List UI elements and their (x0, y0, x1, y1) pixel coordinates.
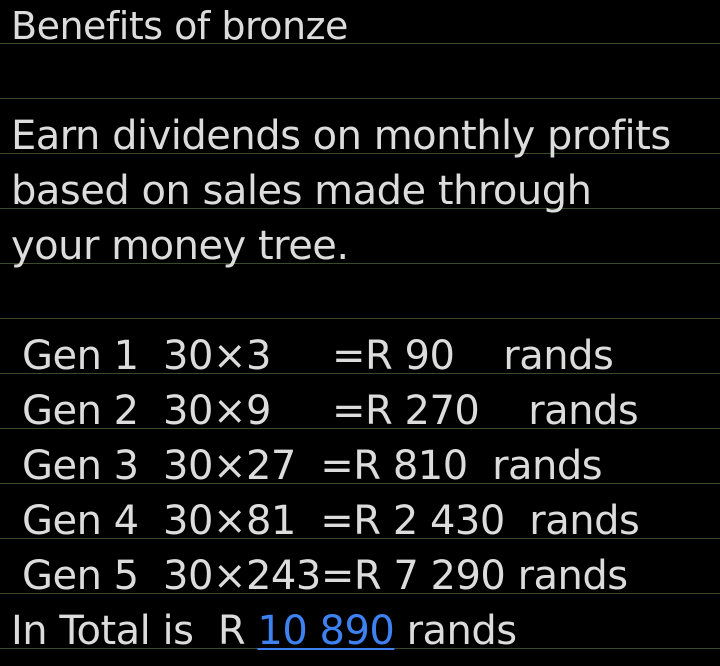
generation-row: Gen 3 30×27 =R 810 rands (22, 443, 603, 489)
total-amount-link[interactable]: 10 890 (257, 608, 394, 654)
description-line-1: Earn dividends on monthly profits (11, 113, 671, 159)
total-prefix: In Total is R (11, 608, 258, 654)
description-line-2: based on sales made through (11, 168, 592, 214)
generation-row: Gen 4 30×81 =R 2 430 rands (22, 498, 640, 544)
note-title: Benefits of bronze (11, 4, 348, 48)
total-suffix: rands (394, 608, 518, 654)
generation-row: Gen 5 30×243=R 7 290 rands (22, 553, 628, 599)
generation-row: Gen 2 30×9 =R 270 rands (22, 388, 639, 434)
total-line: In Total is R 10 890 rands (11, 609, 517, 653)
note-body[interactable]: Benefits of bronze Earn dividends on mon… (0, 0, 720, 666)
generation-row: Gen 1 30×3 =R 90 rands (22, 333, 614, 379)
description-line-3: your money tree. (11, 223, 349, 269)
